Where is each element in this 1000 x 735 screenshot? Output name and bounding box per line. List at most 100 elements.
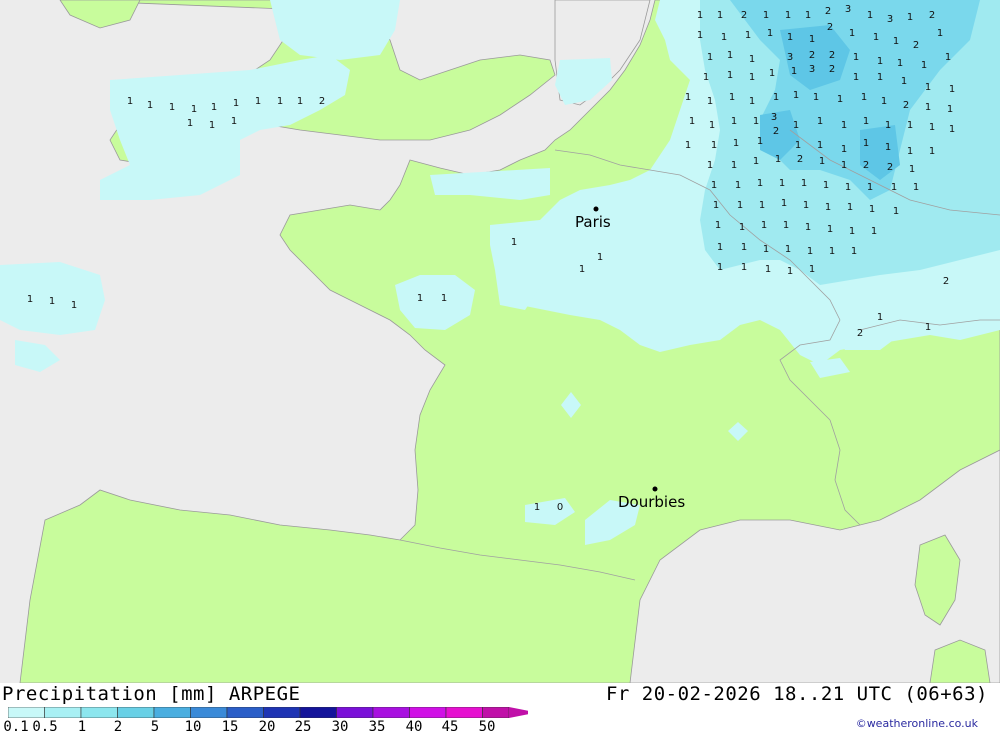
value-marker: 1	[697, 30, 703, 41]
value-marker: 1	[873, 32, 879, 43]
value-marker: 1	[297, 96, 303, 107]
value-marker: 1	[877, 72, 883, 83]
value-marker: 1	[849, 28, 855, 39]
value-marker: 1	[717, 10, 723, 21]
value-marker: 1	[867, 182, 873, 193]
value-marker: 2	[829, 64, 835, 75]
value-marker: 1	[441, 293, 447, 304]
value-marker: 1	[825, 202, 831, 213]
value-marker: 1	[717, 242, 723, 253]
value-marker: 1	[745, 30, 751, 41]
value-marker: 1	[729, 92, 735, 103]
value-marker: 2	[829, 50, 835, 61]
value-marker: 1	[851, 246, 857, 257]
value-marker: 1	[885, 120, 891, 131]
value-marker: 1	[785, 244, 791, 255]
value-marker: 1	[869, 204, 875, 215]
legend-swatch	[153, 707, 191, 718]
value-marker: 1	[731, 160, 737, 171]
legend-swatch	[44, 707, 82, 718]
value-marker: 2	[773, 126, 779, 137]
value-marker: 1	[829, 246, 835, 257]
value-marker: 1	[757, 178, 763, 189]
value-marker: 1	[127, 96, 133, 107]
value-marker: 1	[827, 224, 833, 235]
legend-swatch	[482, 707, 510, 718]
precipitation-map: 1 1 2 1 1 1 2 31 3 1 21 1 1 1 1 121 1 1 211 1 1 3 2 2 1 1 1 111 1 1 1 1…	[0, 0, 1000, 683]
value-marker: 1	[255, 96, 261, 107]
value-marker: 1	[209, 120, 215, 131]
value-marker: 1	[891, 182, 897, 193]
value-marker: 1	[757, 136, 763, 147]
value-marker: 1	[709, 120, 715, 131]
value-marker: 1	[885, 142, 891, 153]
value-marker: 2	[857, 328, 863, 339]
value-marker: 2	[319, 96, 325, 107]
value-marker: 1	[71, 300, 77, 311]
value-marker: 1	[717, 262, 723, 273]
value-marker: 1	[863, 116, 869, 127]
value-marker: 1	[749, 72, 755, 83]
value-marker: 2	[741, 10, 747, 21]
value-marker: 1	[841, 160, 847, 171]
value-marker: 2	[825, 6, 831, 17]
valid-time: Fr 20-02-2026 18..21 UTC (06+63)	[605, 683, 988, 705]
map-footer: Precipitation [mm] ARPEGE Fr 20-02-2026 …	[0, 683, 1000, 735]
value-marker: 1	[697, 10, 703, 21]
value-marker: 3	[887, 14, 893, 25]
value-marker: 1	[715, 220, 721, 231]
city-label-paris: Paris	[575, 213, 611, 231]
value-marker: 1	[511, 237, 517, 248]
value-marker: 1	[949, 124, 955, 135]
value-marker: 1	[803, 200, 809, 211]
value-marker: 1	[187, 118, 193, 129]
legend-swatch	[445, 707, 483, 718]
value-marker: 3	[771, 112, 777, 123]
value-marker: 1	[805, 222, 811, 233]
value-marker: 1	[191, 104, 197, 115]
value-marker: 1	[749, 54, 755, 65]
value-marker: 0	[557, 502, 563, 513]
value-marker: 1	[897, 58, 903, 69]
value-marker: 1	[893, 206, 899, 217]
value-marker: 1	[759, 200, 765, 211]
value-marker: 1	[877, 56, 883, 67]
value-marker: 1	[847, 202, 853, 213]
value-marker: 2	[887, 162, 893, 173]
value-marker: 1	[801, 178, 807, 189]
value-marker: 2	[827, 22, 833, 33]
value-marker: 1	[853, 72, 859, 83]
value-marker: 1	[841, 144, 847, 155]
value-marker: 1	[909, 164, 915, 175]
value-marker: 1	[949, 84, 955, 95]
value-marker: 1	[841, 120, 847, 131]
value-marker: 1	[817, 140, 823, 151]
value-marker: 1	[913, 182, 919, 193]
value-marker: 1	[233, 98, 239, 109]
value-marker: 1	[867, 10, 873, 21]
city-dot-paris	[593, 206, 599, 212]
value-marker: 1	[727, 50, 733, 61]
value-marker: 1	[763, 244, 769, 255]
value-marker: 1	[753, 116, 759, 127]
color-legend-bar	[8, 707, 528, 718]
value-marker: 1	[925, 322, 931, 333]
value-marker: 1	[837, 94, 843, 105]
value-marker: 1	[807, 246, 813, 257]
value-marker: 1	[945, 52, 951, 63]
credit-text: ©weatheronline.co.uk	[855, 717, 978, 730]
value-marker: 1	[763, 10, 769, 21]
value-marker: 1	[711, 140, 717, 151]
value-marker: 1	[893, 36, 899, 47]
value-marker: 1	[707, 52, 713, 63]
value-marker: 1	[809, 34, 815, 45]
value-marker: 1	[767, 28, 773, 39]
value-marker: 1	[741, 242, 747, 253]
value-marker: 1	[947, 104, 953, 115]
value-marker: 1	[901, 76, 907, 87]
value-marker: 1	[417, 293, 423, 304]
value-marker: 1	[685, 92, 691, 103]
value-marker: 1	[765, 264, 771, 275]
value-marker: 1	[277, 96, 283, 107]
value-marker: 1	[817, 116, 823, 127]
